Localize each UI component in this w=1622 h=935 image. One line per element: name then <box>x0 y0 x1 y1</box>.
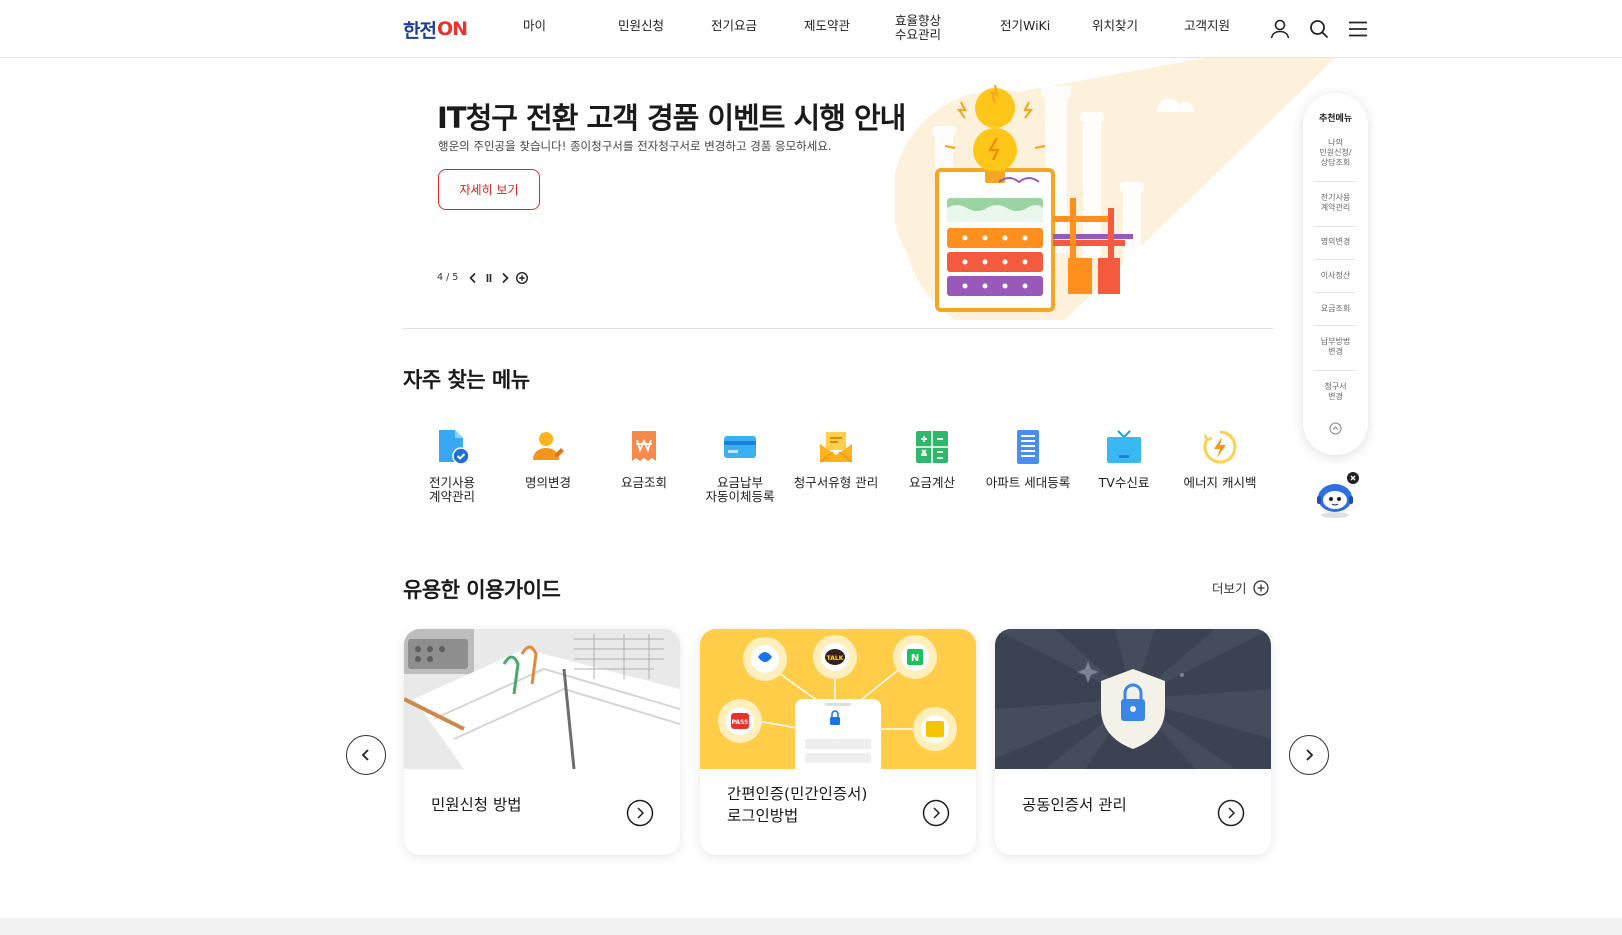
quick-item-label: 에너지 캐시백 <box>1183 475 1257 490</box>
guide-more-link[interactable]: 더보기 <box>1212 578 1269 597</box>
rec-divider <box>1315 226 1356 227</box>
rec-item-name-change[interactable]: 명의변경 <box>1309 237 1362 247</box>
quick-item-fee-inquiry[interactable]: 요금조회 <box>598 424 690 490</box>
quick-item-apartment[interactable]: 아파트 세대등록 <box>982 424 1074 490</box>
tv-icon <box>1107 430 1141 463</box>
calculator-icon <box>916 431 948 463</box>
slide-expand-icon[interactable] <box>515 271 529 285</box>
hero-detail-button[interactable]: 자세히 보기 <box>438 169 540 210</box>
hero-divider <box>403 328 1273 329</box>
document-check-icon <box>439 430 470 465</box>
quick-item-bill-type[interactable]: 청구서유형 관리 <box>790 424 882 490</box>
energy-cashback-icon <box>1203 430 1237 464</box>
search-icon[interactable] <box>1307 17 1331 41</box>
nav-efficiency[interactable]: 효율향상 수요관리 <box>895 14 941 42</box>
rec-item-move-settle[interactable]: 이사정산 <box>1309 271 1362 281</box>
person-edit-icon <box>533 432 564 460</box>
nav-location[interactable]: 위치찾기 <box>1092 19 1138 33</box>
logo-on-text: ON <box>436 18 468 40</box>
carousel-prev-button[interactable] <box>346 735 386 775</box>
guide-card-civil-request[interactable]: 민원신청 방법 <box>404 629 680 855</box>
auth-illustration: TALK N PASS <box>700 629 976 769</box>
guide-title: 유용한 이용가이드 <box>403 578 561 602</box>
quick-item-contract[interactable]: 전기사용 계약관리 <box>406 424 498 504</box>
quick-item-auto-payment[interactable]: 요금납부 자동이체등록 <box>694 424 786 504</box>
chevron-left-icon <box>361 749 369 761</box>
recommend-title: 추천메뉴 <box>1318 114 1353 124</box>
quick-item-label: 요금납부 자동이체등록 <box>705 475 775 504</box>
plus-circle-icon <box>1252 579 1269 596</box>
menu-icon[interactable] <box>1346 17 1370 41</box>
hero-subtitle: 행운의 주인공을 찾습니다! 종이청구서를 전자청구서로 변경하고 경품 응모하… <box>438 139 832 153</box>
quick-menu-title: 자주 찾는 메뉴 <box>403 368 530 392</box>
quick-item-name-change[interactable]: 명의변경 <box>502 424 594 490</box>
rec-divider <box>1315 292 1356 293</box>
logo-text: 한전 <box>403 19 437 42</box>
kepco-on-logo[interactable]: 한전 ON <box>403 17 468 42</box>
chatbot-icon[interactable] <box>1310 470 1360 520</box>
page: 한전 ON 마이 민원신청 전기요금 제도약관 효율향상 수요관리 전기WiKi … <box>0 0 1622 935</box>
user-icon[interactable] <box>1268 17 1292 41</box>
nav-policy-terms[interactable]: 제도약관 <box>804 19 850 33</box>
rec-divider <box>1315 259 1356 260</box>
slide-counter: 4 / 5 <box>437 272 459 283</box>
chevron-right-icon <box>1306 749 1314 761</box>
top-header: 한전 ON 마이 민원신청 전기요금 제도약관 효율향상 수요관리 전기WiKi … <box>0 0 1622 58</box>
hero-illustration <box>895 58 1335 320</box>
quick-item-label: 아파트 세대등록 <box>985 475 1071 490</box>
card-illustration-auth: TALK N PASS <box>700 629 976 769</box>
slide-prev-icon[interactable] <box>466 271 480 285</box>
card-icon <box>724 436 756 458</box>
quick-item-label: 요금계산 <box>908 475 955 490</box>
envelope-icon <box>819 432 853 463</box>
quick-item-label: 청구서유형 관리 <box>793 475 879 490</box>
rec-item-fee-inquiry[interactable]: 요금조회 <box>1309 304 1362 314</box>
card-photo-documents <box>404 629 680 769</box>
chevron-up-circle-icon[interactable] <box>1329 422 1342 435</box>
nav-electric-fee[interactable]: 전기요금 <box>711 19 757 33</box>
quick-item-tv-fee[interactable]: TV수신료 <box>1078 424 1170 490</box>
footer-band <box>0 918 1622 935</box>
rec-divider <box>1315 370 1356 371</box>
nav-support[interactable]: 고객지원 <box>1184 19 1230 33</box>
card-label: 간편인증(민간인증서) 로그인방법 <box>727 785 868 825</box>
shield-illustration <box>995 629 1271 769</box>
slide-next-icon[interactable] <box>498 271 512 285</box>
card-label: 공동인증서 관리 <box>1022 796 1127 814</box>
rec-item-contract[interactable]: 전기사용 계약관리 <box>1309 193 1362 213</box>
quick-item-fee-calc[interactable]: 요금계산 <box>886 424 978 490</box>
arrow-right-circle-icon[interactable] <box>626 799 654 827</box>
more-label: 더보기 <box>1212 581 1247 596</box>
rec-divider <box>1315 181 1356 182</box>
nav-civil-request[interactable]: 민원신청 <box>618 19 664 33</box>
nav-wiki[interactable]: 전기WiKi <box>1000 19 1050 33</box>
rec-item-bill-change[interactable]: 청구서 변경 <box>1309 382 1362 402</box>
quick-item-label: 명의변경 <box>524 475 571 490</box>
naver-badge-text: N <box>911 653 919 664</box>
talk-badge-text: TALK <box>827 655 844 662</box>
arrow-right-circle-icon[interactable] <box>1217 799 1245 827</box>
documents-photo <box>404 629 680 769</box>
won-receipt-icon <box>632 431 656 461</box>
card-illustration-shield <box>995 629 1271 769</box>
rec-item-my-civil[interactable]: 나의 민원신청/ 상담조회 <box>1309 138 1362 168</box>
guide-card-simple-auth[interactable]: TALK N PASS 간편인증(민간인증서) 로그인방법 <box>700 629 976 855</box>
hero-title: IT청구 전환 고객 경품 이벤트 시행 안내 <box>437 101 906 135</box>
rec-item-payment-method[interactable]: 납부방법 변경 <box>1309 337 1362 357</box>
nav-my[interactable]: 마이 <box>523 19 546 33</box>
quick-item-label: TV수신료 <box>1098 475 1150 490</box>
quick-item-label: 전기사용 계약관리 <box>428 475 475 504</box>
quick-item-label: 요금조회 <box>620 475 667 490</box>
arrow-right-circle-icon[interactable] <box>922 799 950 827</box>
guide-card-cert-manage[interactable]: 공동인증서 관리 <box>995 629 1271 855</box>
rec-divider <box>1315 325 1356 326</box>
card-label: 민원신청 방법 <box>431 796 522 814</box>
pass-badge-text: PASS <box>732 719 749 726</box>
slide-pause-icon[interactable] <box>482 271 496 285</box>
apartment-icon <box>1017 430 1039 464</box>
recommend-menu-panel: 추천메뉴 나의 민원신청/ 상담조회 전기사용 계약관리 명의변경 이사정산 요… <box>1303 93 1368 455</box>
carousel-next-button[interactable] <box>1289 735 1329 775</box>
quick-item-energy-cashback[interactable]: 에너지 캐시백 <box>1174 424 1266 490</box>
